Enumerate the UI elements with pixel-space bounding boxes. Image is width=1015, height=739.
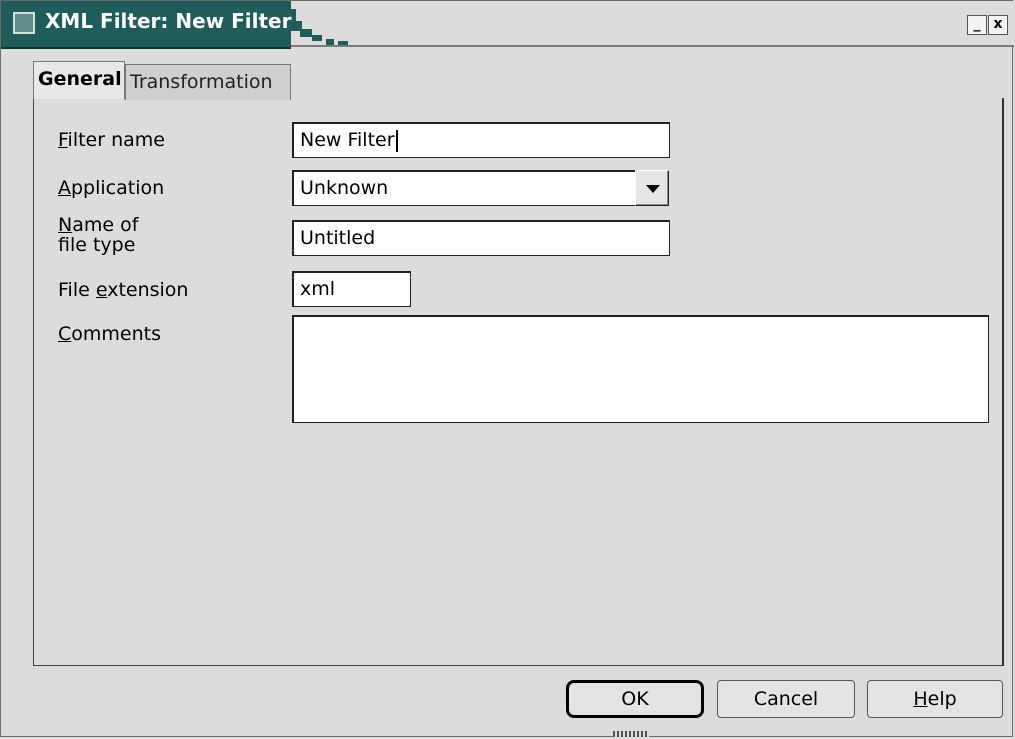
tab-general-label: General	[38, 68, 122, 90]
ok-button[interactable]: OK	[566, 680, 704, 718]
help-label: Help	[913, 688, 957, 710]
filter-name-value: New Filter	[300, 129, 395, 151]
title-bar[interactable]: XML Filter: New Filter _ x	[1, 1, 1014, 49]
help-button[interactable]: Help	[867, 680, 1003, 718]
panel-right-edge	[1002, 98, 1004, 666]
cancel-label: Cancel	[753, 688, 819, 710]
text-cursor	[395, 129, 398, 152]
application-dropdown-button[interactable]	[635, 170, 669, 206]
window-menu-icon[interactable]	[13, 12, 35, 34]
comments-textarea[interactable]	[292, 315, 989, 423]
panel-top-edge	[291, 98, 1002, 99]
ok-label: OK	[621, 688, 649, 710]
application-value: Unknown	[300, 177, 389, 199]
file-type-name-input[interactable]: Untitled	[292, 220, 670, 256]
file-extension-label: File extension	[58, 279, 189, 301]
tab-transformation[interactable]: Transformation	[125, 64, 291, 100]
close-button[interactable]: x	[988, 15, 1008, 35]
file-type-name-value: Untitled	[300, 227, 376, 249]
resize-grip[interactable]	[613, 731, 649, 737]
close-icon: x	[993, 16, 1003, 32]
minimize-button[interactable]: _	[967, 15, 987, 35]
minimize-icon: _	[973, 16, 981, 32]
filter-name-input[interactable]: New Filter	[292, 122, 670, 158]
chevron-down-icon	[646, 185, 660, 193]
comments-label: Comments	[58, 323, 162, 345]
application-select[interactable]: Unknown	[292, 170, 636, 206]
title-bar-divider	[291, 45, 1014, 47]
tab-general[interactable]: General	[33, 61, 125, 99]
filter-name-label: Filter name	[58, 129, 165, 151]
file-type-name-label: Name of file type	[58, 214, 139, 256]
file-extension-value: xml	[300, 278, 336, 300]
xml-filter-dialog: XML Filter: New Filter _ x General Trans…	[0, 0, 1014, 737]
file-extension-input[interactable]: xml	[292, 271, 411, 307]
window-title: XML Filter: New Filter	[45, 9, 292, 33]
application-label: Application	[58, 177, 165, 199]
tab-transformation-label: Transformation	[130, 71, 273, 93]
cancel-button[interactable]: Cancel	[717, 680, 855, 718]
